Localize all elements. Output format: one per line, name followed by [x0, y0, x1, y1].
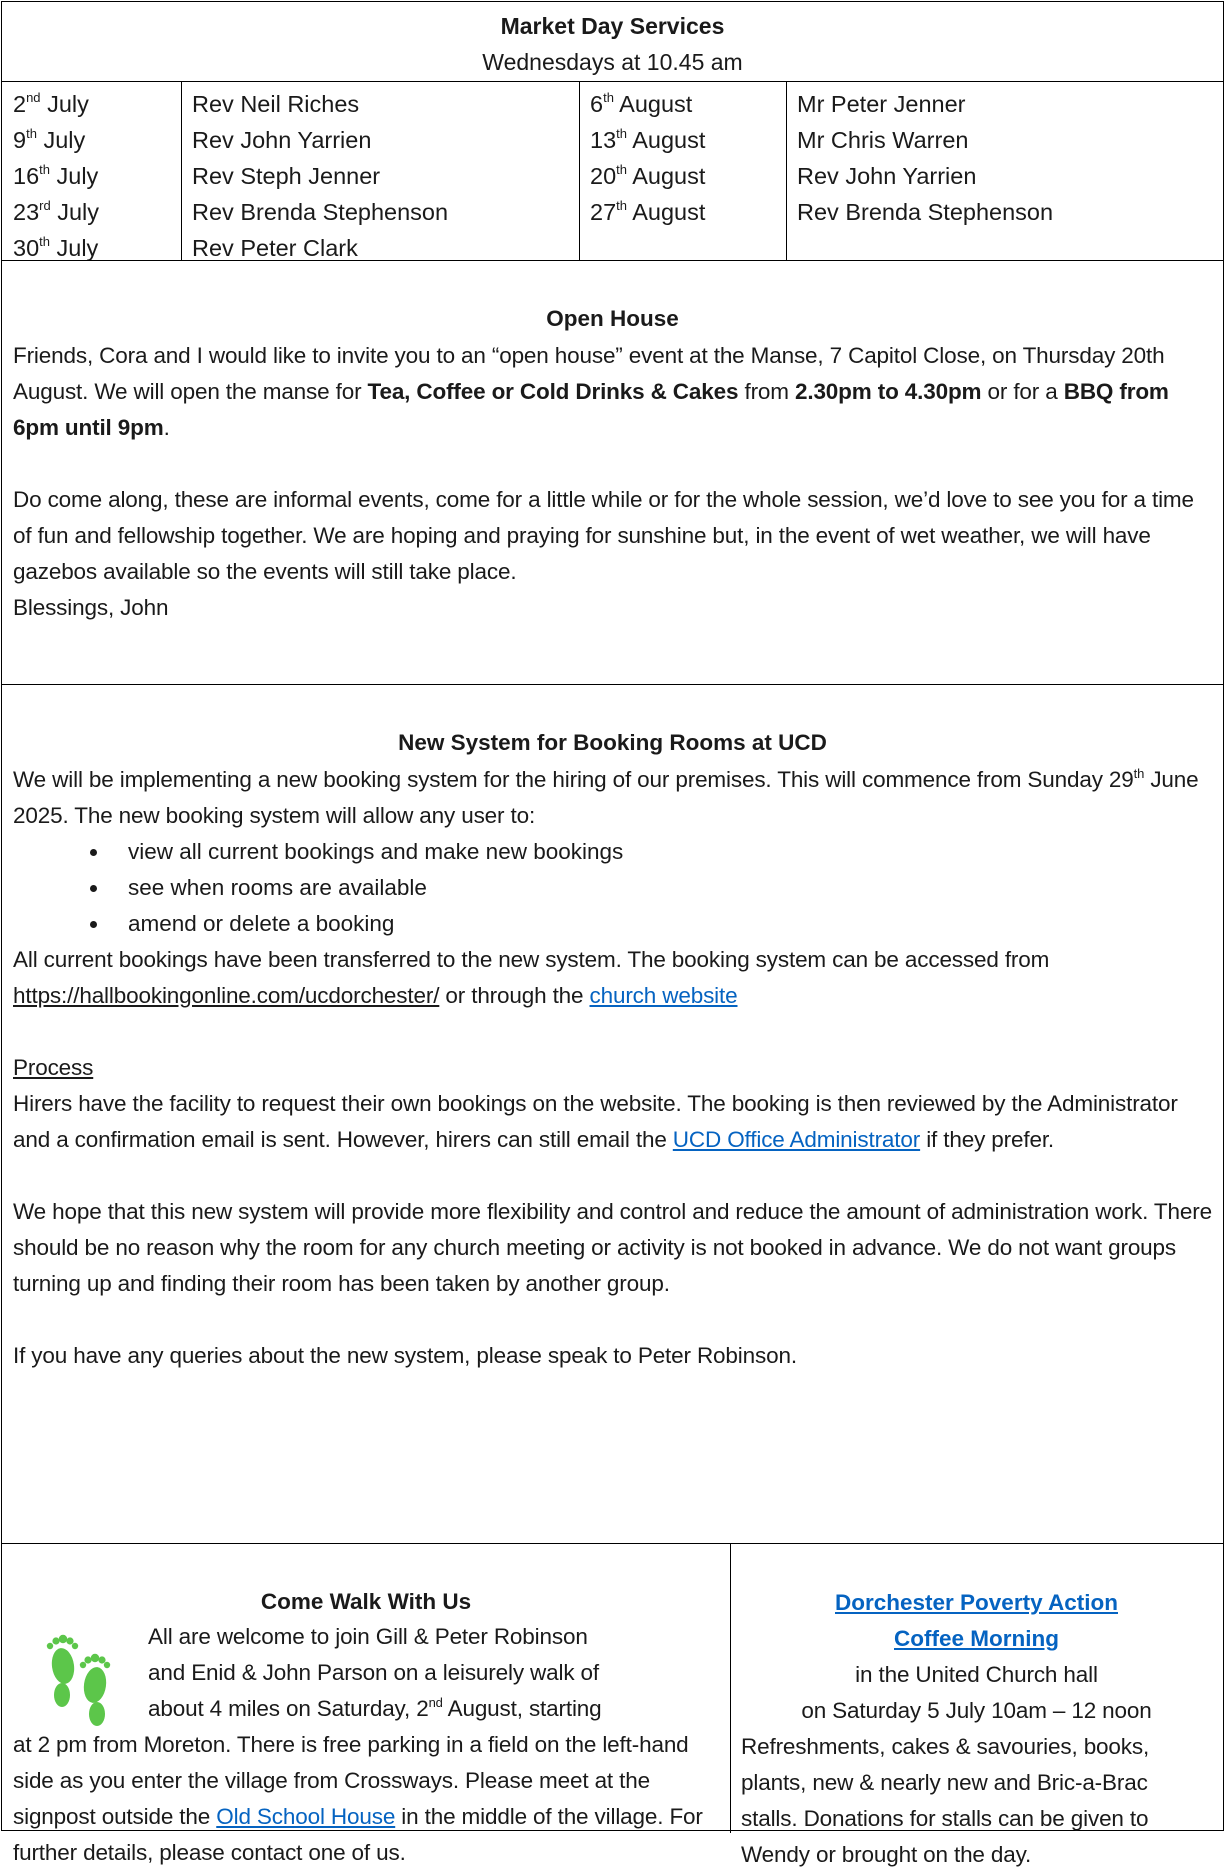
service-date: 23rd July [13, 198, 100, 225]
table-row: 20th August Rev John Yarrien [579, 158, 1053, 194]
table-row: 13th August Mr Chris Warren [579, 122, 1053, 158]
service-date: 13th August [590, 126, 706, 153]
coffee-morning-section: Dorchester Poverty Action Coffee Morning… [730, 1585, 1223, 1873]
coffee-details: Refreshments, cakes & savouries, books, … [741, 1734, 1150, 1867]
list-item: see when rooms are available [90, 870, 1223, 906]
office-administrator-link[interactable]: UCD Office Administrator [673, 1127, 920, 1152]
booking-intro: We will be implementing a new booking sy… [13, 765, 1199, 829]
booking-url-link[interactable]: https://hallbookingonline.com/ucdorchest… [13, 983, 439, 1008]
service-date: 6th August [590, 90, 693, 117]
coffee-location: in the United Church hall [855, 1662, 1098, 1687]
market-day-header: Market Day Services Wednesdays at 10.45 … [2, 8, 1223, 80]
table-row: 9th July Rev John Yarrien [2, 122, 448, 158]
booking-transfer-paragraph: All current bookings have been transferr… [13, 947, 1050, 1008]
table-row: 6th August Mr Peter Jenner [579, 86, 1053, 122]
poverty-action-link[interactable]: Dorchester Poverty Action [730, 1585, 1223, 1621]
service-date: 20th August [590, 162, 706, 189]
service-preacher: Rev John Yarrien [192, 127, 372, 153]
list-item: view all current bookings and make new b… [90, 834, 1223, 870]
table-row: 2nd July Rev Neil Riches [2, 86, 448, 122]
august-services-table: 6th August Mr Peter Jenner 13th August Mr C… [579, 86, 1053, 230]
newsletter-page: Market Day Services Wednesdays at 10.45 … [1, 1, 1224, 1867]
market-day-title: Market Day Services [500, 13, 725, 39]
market-day-subtitle: Wednesdays at 10.45 am [482, 49, 743, 75]
coffee-morning-link[interactable]: Coffee Morning [730, 1621, 1223, 1657]
open-house-title: Open House [546, 306, 679, 331]
july-services-table: 2nd July Rev Neil Riches 9th July Rev John … [2, 86, 448, 266]
service-preacher: Rev John Yarrien [797, 163, 977, 189]
service-preacher: Rev Neil Riches [192, 91, 360, 117]
walk-section: Come Walk With Us All are welcome to joi… [2, 1585, 730, 1871]
service-preacher: Rev Brenda Stephenson [797, 199, 1054, 225]
table-row: 16th July Rev Steph Jenner [2, 158, 448, 194]
table-row: 23rd July Rev Brenda Stephenson [2, 194, 448, 230]
open-house-signoff: Blessings, John [13, 595, 169, 620]
walk-title: Come Walk With Us [260, 1589, 472, 1614]
list-item: amend or delete a booking [90, 906, 1223, 942]
open-house-paragraph-2: Do come along, these are informal events… [13, 487, 1194, 584]
coffee-datetime: on Saturday 5 July 10am – 12 noon [801, 1698, 1152, 1723]
walk-details: at 2 pm from Moreton. There is free park… [13, 1732, 703, 1865]
booking-title: New System for Booking Rooms at UCD [398, 730, 827, 755]
service-date: 27th August [590, 198, 706, 225]
booking-features-list: view all current bookings and make new b… [2, 834, 1223, 942]
process-heading: Process [13, 1055, 94, 1080]
booking-section: New System for Booking Rooms at UCD We w… [2, 726, 1223, 1374]
booking-queries-paragraph: If you have any queries about the new sy… [13, 1343, 797, 1368]
service-preacher: Mr Peter Jenner [797, 91, 966, 117]
old-school-house-link[interactable]: Old School House [216, 1804, 395, 1829]
service-preacher: Rev Brenda Stephenson [192, 199, 449, 225]
table-row: 27th August Rev Brenda Stephenson [579, 194, 1053, 230]
service-preacher: Rev Steph Jenner [192, 163, 381, 189]
footprints-icon [46, 1634, 111, 1726]
open-house-section: Open House Friends, Cora and I would lik… [2, 302, 1223, 626]
service-preacher: Mr Chris Warren [797, 127, 969, 153]
service-date: 2nd July [13, 90, 89, 117]
service-date: 9th July [13, 126, 86, 153]
booking-hope-paragraph: We hope that this new system will provid… [13, 1199, 1212, 1296]
church-website-link[interactable]: church website [590, 983, 738, 1008]
open-house-paragraph-1: Friends, Cora and I would like to invite… [13, 343, 1169, 440]
process-paragraph: Hirers have the facility to request thei… [13, 1091, 1178, 1152]
service-date: 16th July [13, 162, 99, 189]
